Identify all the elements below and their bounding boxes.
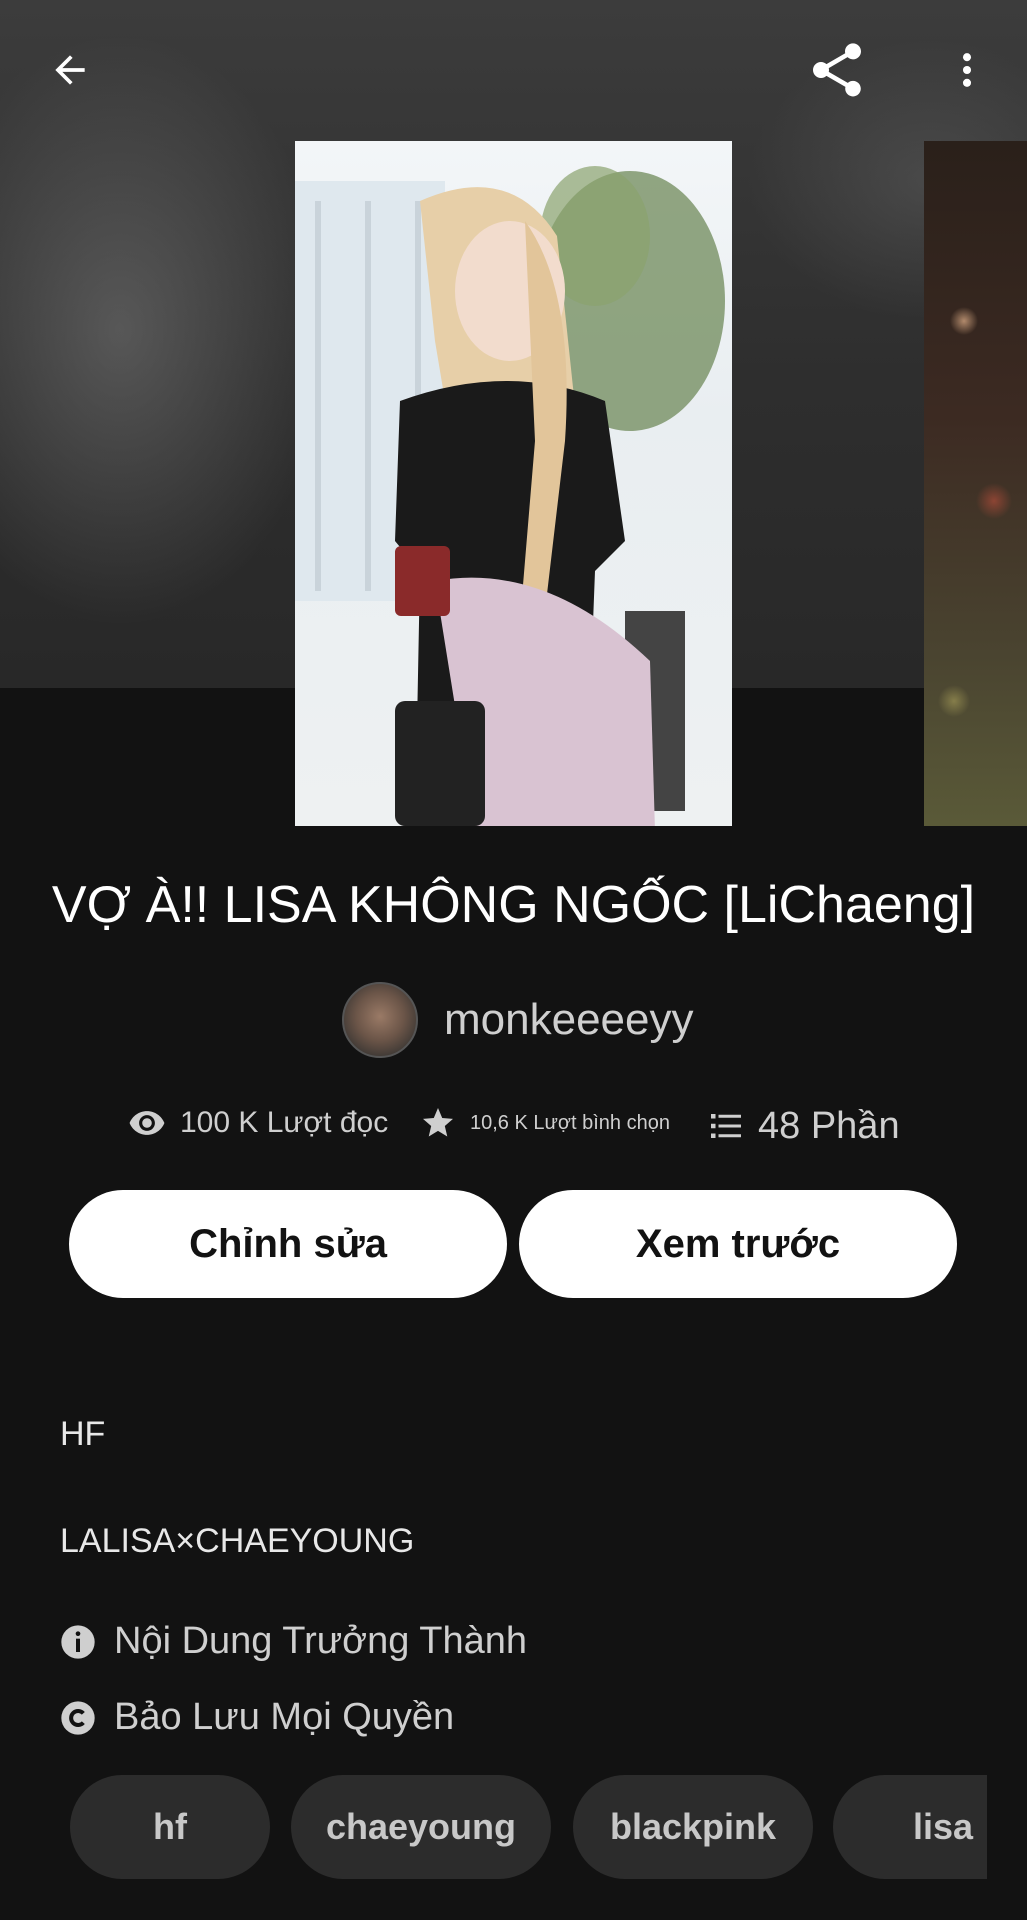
share-icon: [813, 43, 861, 97]
reads-count: 100 K Lượt đọc: [180, 1106, 389, 1139]
tag-chip[interactable]: blackpink: [573, 1775, 813, 1879]
info-icon: [61, 1624, 95, 1659]
star-icon: [423, 1108, 453, 1137]
votes-count: 10,6 K Lượt bình chọn: [470, 1111, 670, 1134]
copyright-row: Bảo Lưu Mọi Quyền: [58, 1696, 454, 1739]
author-row[interactable]: monkeeeeyy: [342, 980, 693, 1060]
preview-button[interactable]: Xem trước: [519, 1190, 957, 1298]
author-name[interactable]: monkeeeeyy: [444, 995, 693, 1045]
next-story-cover[interactable]: [924, 141, 1027, 826]
story-stats: 100 K Lượt đọc 10,6 K Lượt bình chọn 48 …: [0, 1095, 1027, 1155]
parts-stat[interactable]: 48 Phần: [708, 1095, 900, 1157]
top-app-bar: [0, 0, 1027, 140]
share-button[interactable]: [797, 30, 877, 110]
back-arrow-icon: [55, 55, 85, 85]
copyright-icon: [61, 1700, 95, 1735]
votes-stat: 10,6 K Lượt bình chọn: [420, 1095, 670, 1151]
author-avatar[interactable]: [342, 982, 418, 1058]
tag-chip[interactable]: hf: [70, 1775, 270, 1879]
description-line: LALISA×CHAEYOUNG: [60, 1522, 415, 1560]
description-line: HF: [60, 1415, 106, 1453]
mature-content-label: Nội Dung Trưởng Thành: [114, 1620, 527, 1662]
tag-chip[interactable]: chaeyoung: [291, 1775, 551, 1879]
list-icon: [711, 1114, 741, 1138]
back-button[interactable]: [30, 30, 110, 110]
tag-list: hf chaeyoung blackpink lisa: [70, 1775, 987, 1881]
more-options-button[interactable]: [927, 30, 1007, 110]
edit-button[interactable]: Chỉnh sửa: [69, 1190, 507, 1298]
copyright-label: Bảo Lưu Mọi Quyền: [114, 1696, 455, 1738]
tag-chip[interactable]: lisa: [833, 1775, 987, 1879]
eye-icon: [129, 1111, 165, 1135]
reads-stat: 100 K Lượt đọc: [128, 1095, 388, 1151]
story-title: VỢ À!! LISA KHÔNG NGỐC [LiChaeng]: [51, 876, 976, 934]
parts-count: 48 Phần: [758, 1104, 900, 1147]
more-vertical-icon: [962, 53, 972, 87]
story-cover-image[interactable]: [295, 141, 732, 826]
mature-content-row: Nội Dung Trưởng Thành: [58, 1620, 527, 1663]
